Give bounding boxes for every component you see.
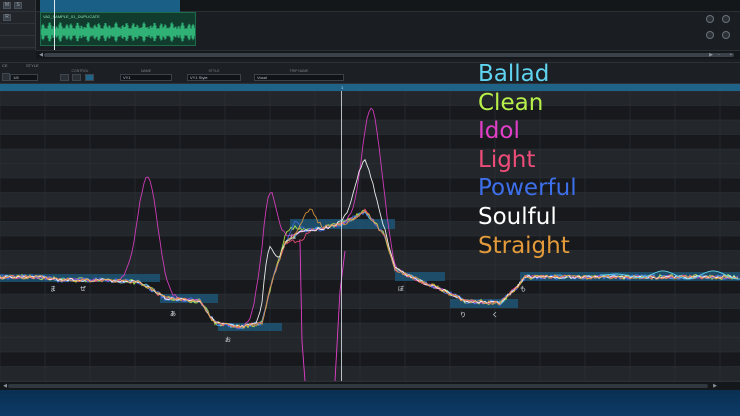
piano-roll[interactable]: まぜあおねぼりくも <box>0 91 740 381</box>
pencil-tool-icon[interactable] <box>60 74 69 81</box>
track-header-row <box>0 24 35 36</box>
audio-clip[interactable]: VA2_SAMPLE_01_DUPLICATE <box>40 12 196 46</box>
legend-ballad: Ballad <box>478 61 550 87</box>
quantize-group: 1/8 <box>10 69 38 83</box>
ruler-marker: 1 <box>341 85 344 90</box>
legend-clean: Clean <box>478 89 544 116</box>
send-knob[interactable] <box>706 31 714 39</box>
mute-button[interactable]: M <box>3 2 11 9</box>
scroll-left-icon[interactable]: ◀ <box>2 383 8 389</box>
note-lyric: も <box>520 286 526 293</box>
trip-name-label: TRIP NAME <box>289 69 309 73</box>
note-lyric: ぜ <box>80 286 86 293</box>
legend-light: Light <box>478 146 536 173</box>
horizontal-scrollbar[interactable] <box>36 50 740 59</box>
legend-soulful: Soulful <box>478 203 557 230</box>
pitch-row <box>0 120 740 135</box>
style-group: STYLE VY1 Style <box>187 69 241 83</box>
style-select[interactable]: VY1 Style <box>187 74 241 81</box>
taskbar <box>0 390 740 416</box>
clip-header[interactable] <box>40 0 180 12</box>
legend-powerful: Powerful <box>478 175 577 202</box>
track-header: M S R <box>0 0 36 50</box>
pitch-row <box>0 308 740 323</box>
gain-knob[interactable] <box>722 31 730 39</box>
scrollbar-thumb[interactable] <box>44 53 734 57</box>
legend-straight: Straight <box>478 232 570 259</box>
roll-horizontal-scrollbar[interactable] <box>0 381 740 390</box>
tab-ce[interactable]: CE <box>2 63 8 69</box>
trip-name-group: TRIP NAME Vocal <box>254 69 344 83</box>
pitch-row <box>0 149 740 164</box>
note-lyric: お <box>225 337 231 344</box>
editor-ruler[interactable] <box>0 84 740 91</box>
track-header-row: R <box>0 12 35 24</box>
scrollbar-thumb[interactable] <box>8 384 708 388</box>
playhead-line[interactable] <box>341 91 342 381</box>
quantize-select[interactable]: 1/8 <box>10 74 38 81</box>
track-header-row <box>0 36 35 48</box>
legend-idol: Idol <box>478 118 520 145</box>
note-lyric: く <box>492 312 498 319</box>
record-button[interactable]: R <box>3 14 11 21</box>
style-label: STYLE <box>208 69 220 73</box>
name-label: NAME <box>140 69 152 73</box>
waveform <box>41 22 195 42</box>
note-lyric: り <box>460 312 466 319</box>
pitch-row <box>0 323 740 338</box>
pitch-editor[interactable]: まぜあおねぼり くも <box>0 91 740 381</box>
playhead[interactable] <box>54 0 55 50</box>
pan-knob[interactable] <box>722 15 730 23</box>
voicebank-name-group: NAME VY1 <box>120 69 172 83</box>
trip-name-field[interactable]: Vocal <box>254 74 344 81</box>
scroll-right-icon[interactable]: ▶ <box>712 383 718 389</box>
voicebank-name-field[interactable]: VY1 <box>120 74 172 81</box>
pitch-row <box>0 192 740 207</box>
pitch-row <box>0 236 740 251</box>
pitch-row <box>0 337 740 352</box>
pitch-row <box>0 294 740 309</box>
track-controls <box>704 13 736 47</box>
editor-toolbar: CE STYLE 1/8 CONTROL NAME VY1 STYLE VY1 … <box>0 62 740 84</box>
close-icon[interactable] <box>2 73 10 81</box>
zoom-in-icon[interactable]: + <box>728 52 734 58</box>
note-lyric: あ <box>170 311 176 318</box>
pitch-row <box>0 178 740 193</box>
note-lyric: ぼ <box>398 286 404 293</box>
volume-knob[interactable] <box>706 15 714 23</box>
select-tool-icon[interactable] <box>85 74 94 81</box>
waveform-path <box>41 22 195 42</box>
scroll-right-icon[interactable]: ▶ <box>708 52 714 58</box>
pitch-row <box>0 352 740 367</box>
note-lyric: ま <box>50 286 56 293</box>
pitch-row <box>0 250 740 265</box>
pitch-row <box>0 134 740 149</box>
pitch-row <box>0 105 740 120</box>
style-legend: Ballad Clean Idol Light Powerful Soulful… <box>478 60 608 260</box>
arrangement-view: M S R VA2_SAMPLE_01_DUPLICATE ◀ ▶ − + <box>0 0 740 62</box>
zoom-out-icon[interactable]: − <box>716 52 722 58</box>
pitch-row <box>0 366 740 381</box>
scroll-left-icon[interactable]: ◀ <box>38 52 44 58</box>
control-group: CONTROL <box>58 69 102 83</box>
solo-button[interactable]: S <box>14 2 22 9</box>
line-tool-icon[interactable] <box>72 74 81 81</box>
pitch-row <box>0 91 740 106</box>
control-label: CONTROL <box>71 69 89 73</box>
track-header-row: M S <box>0 0 35 12</box>
